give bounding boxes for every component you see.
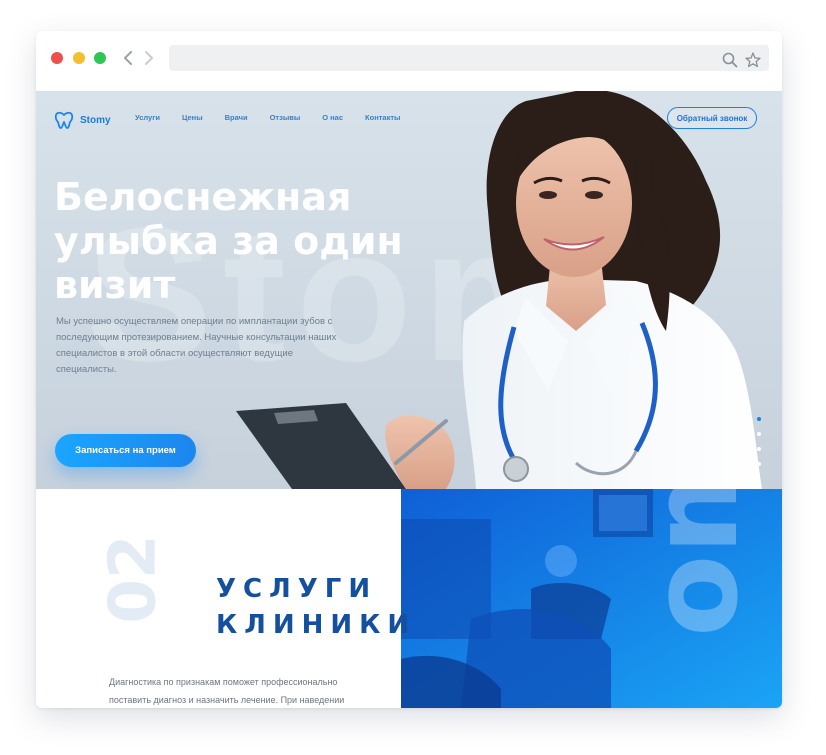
services-title: услуги клиники bbox=[216, 571, 416, 643]
forward-arrow-icon[interactable] bbox=[141, 49, 157, 67]
headline-line-3: визит bbox=[54, 263, 176, 307]
nav-item-doctors[interactable]: Врачи bbox=[225, 113, 248, 122]
maximize-window-button[interactable] bbox=[94, 52, 106, 64]
section-number: 02 bbox=[97, 534, 171, 623]
services-description: Диагностика по признакам поможет професс… bbox=[109, 677, 345, 705]
back-arrow-icon[interactable] bbox=[120, 49, 136, 67]
star-icon[interactable] bbox=[744, 51, 762, 69]
slider-dot-3[interactable] bbox=[757, 447, 761, 451]
main-nav: Услуги Цены Врачи Отзывы О нас Контакты bbox=[135, 113, 422, 122]
browser-window: Stomy Stomy Услуги Цены Врачи Отзывы О н… bbox=[36, 31, 782, 708]
slider-pagination bbox=[757, 417, 763, 477]
book-appointment-button[interactable]: Записаться на прием bbox=[55, 434, 196, 467]
address-bar[interactable] bbox=[169, 45, 769, 71]
brand-logo[interactable]: Stomy bbox=[54, 109, 111, 131]
headline-line-1: Белоснежная bbox=[54, 175, 352, 219]
nav-item-about[interactable]: О нас bbox=[322, 113, 343, 122]
nav-item-services[interactable]: Услуги bbox=[135, 113, 160, 122]
services-title-line-2: клиники bbox=[216, 610, 417, 640]
browser-toolbar bbox=[36, 31, 782, 90]
hero-headline: Белоснежная улыбка за один визит bbox=[54, 175, 434, 307]
search-icon[interactable] bbox=[721, 51, 739, 69]
services-title-line-1: услуги bbox=[216, 574, 378, 604]
tooth-logo-icon bbox=[54, 111, 74, 129]
clinic-photo: om bbox=[401, 489, 782, 708]
slider-dot-2[interactable] bbox=[757, 432, 761, 436]
headline-line-2: улыбка за один bbox=[54, 219, 403, 263]
minimize-window-button[interactable] bbox=[73, 52, 85, 64]
callback-button[interactable]: Обратный звонок bbox=[667, 107, 757, 129]
brand-name: Stomy bbox=[80, 114, 111, 126]
close-window-button[interactable] bbox=[51, 52, 63, 64]
hero-description: Мы успешно осуществляем операции по импл… bbox=[56, 316, 337, 375]
nav-item-prices[interactable]: Цены bbox=[182, 113, 203, 122]
slider-dot-1[interactable] bbox=[757, 417, 761, 421]
slider-dot-4[interactable] bbox=[757, 462, 761, 466]
section-number-text: 02 bbox=[97, 534, 171, 623]
nav-item-contacts[interactable]: Контакты bbox=[365, 113, 400, 122]
nav-item-reviews[interactable]: Отзывы bbox=[270, 113, 301, 122]
services-section: om 02 услуги клиники Диагностика по приз… bbox=[36, 489, 782, 708]
photo-watermark: om bbox=[626, 489, 765, 637]
hero-section: Stomy Stomy Услуги Цены Врачи Отзывы О н… bbox=[36, 91, 782, 489]
